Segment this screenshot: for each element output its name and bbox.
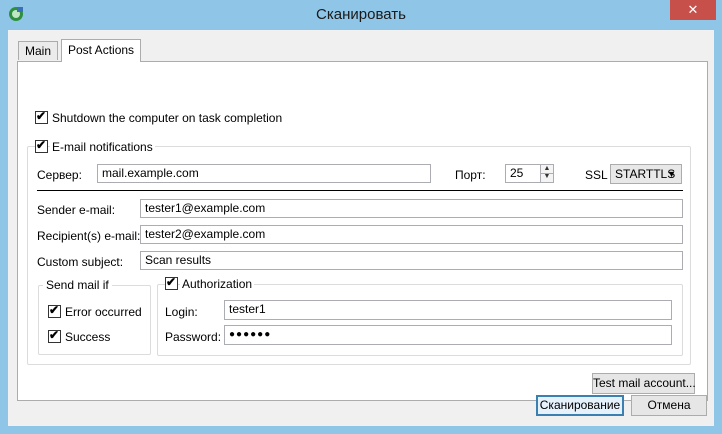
separator (37, 190, 683, 191)
spin-down-icon[interactable]: ▼ (541, 173, 553, 181)
recipient-email-label: Recipient(s) e-mail: (37, 229, 141, 243)
send-mail-if-title: Send mail if (43, 278, 112, 292)
port-input[interactable]: 25 (505, 164, 541, 183)
login-label: Login: (165, 305, 198, 319)
error-occurred-label[interactable]: Error occurred (65, 305, 142, 319)
dialog-window: Сканировать ✕ Main Post Actions ✔ Shutdo… (0, 0, 722, 434)
custom-subject-input[interactable]: Scan results (140, 251, 683, 270)
success-checkbox[interactable]: ✔ (48, 328, 61, 343)
shutdown-label[interactable]: Shutdown the computer on task completion (52, 111, 282, 125)
ssl-select[interactable]: STARTTLS ▼ (610, 164, 682, 184)
authorization-label[interactable]: Authorization (180, 277, 255, 291)
server-input[interactable]: mail.example.com (97, 164, 431, 183)
sender-email-label: Sender e-mail: (37, 203, 116, 217)
sender-email-input[interactable]: tester1@example.com (140, 199, 683, 218)
authorization-checkbox[interactable]: ✔ (165, 275, 178, 290)
window-title: Сканировать (316, 6, 406, 23)
recipient-email-input[interactable]: tester2@example.com (140, 225, 683, 244)
ssl-label: SSL (585, 168, 608, 182)
password-label: Password: (165, 330, 222, 344)
check-icon: ✔ (36, 138, 47, 152)
check-icon: ✔ (49, 328, 60, 342)
tab-post-actions[interactable]: Post Actions (61, 39, 142, 62)
custom-subject-label: Custom subject: (37, 255, 124, 269)
port-spinner[interactable]: ▲ ▼ (540, 164, 554, 183)
shutdown-checkbox[interactable]: ✔ (35, 109, 48, 124)
check-icon: ✔ (36, 109, 47, 123)
chevron-down-icon: ▼ (667, 169, 676, 179)
tab-main[interactable]: Main (18, 41, 59, 60)
success-label[interactable]: Success (65, 330, 110, 344)
authorization-group (157, 284, 683, 356)
dialog-client-area: Main Post Actions ✔ Shutdown the compute… (8, 30, 714, 426)
email-notifications-label[interactable]: E-mail notifications (50, 140, 155, 154)
login-input[interactable]: tester1 (224, 300, 672, 320)
error-occurred-checkbox[interactable]: ✔ (48, 303, 61, 318)
port-label: Порт: (455, 168, 486, 182)
password-input[interactable]: ●●●●●● (224, 325, 672, 345)
cancel-button[interactable]: Отмена (631, 395, 707, 416)
close-button[interactable]: ✕ (670, 0, 716, 20)
scan-button[interactable]: Сканирование (536, 395, 624, 416)
email-notifications-checkbox[interactable]: ✔ (35, 138, 48, 153)
send-mail-if-group (38, 285, 151, 355)
title-bar[interactable]: Сканировать ✕ (0, 0, 722, 30)
post-actions-page: ✔ Shutdown the computer on task completi… (17, 61, 708, 401)
check-icon: ✔ (166, 275, 177, 289)
server-label: Сервер: (37, 168, 82, 182)
test-mail-account-button[interactable]: Test mail account... (592, 373, 696, 394)
check-icon: ✔ (49, 303, 60, 317)
